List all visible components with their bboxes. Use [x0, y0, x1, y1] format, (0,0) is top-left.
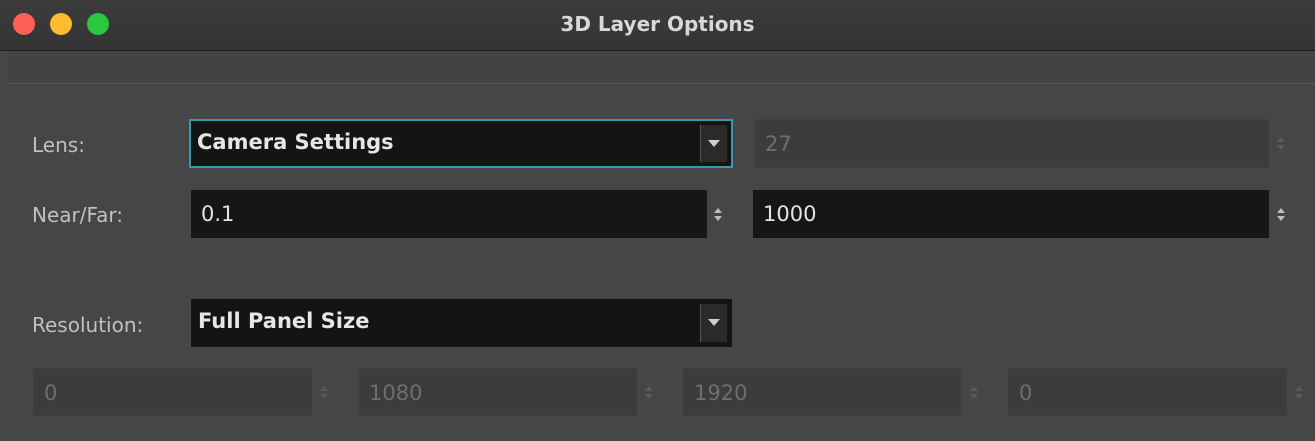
- stepper-up-icon: [645, 386, 653, 391]
- chevron-down-icon: [708, 319, 720, 326]
- resolution-select[interactable]: Full Panel Size: [191, 299, 732, 347]
- stepper-up-icon: [1295, 386, 1303, 391]
- resolution-field-4-stepper: [1294, 384, 1304, 404]
- far-input[interactable]: 1000: [753, 190, 1269, 238]
- resolution-field-3: 1920: [683, 368, 962, 416]
- stepper-down-icon: [645, 394, 653, 399]
- toolbar-strip: [8, 51, 1315, 84]
- resolution-field-2-stepper: [644, 384, 654, 404]
- stepper-down-icon: [970, 394, 978, 399]
- lens-dropdown-button[interactable]: [700, 125, 727, 162]
- window-title: 3D Layer Options: [560, 12, 755, 36]
- near-stepper[interactable]: [713, 206, 723, 226]
- chevron-down-icon: [708, 140, 720, 147]
- resolution-field-3-stepper: [969, 384, 979, 404]
- lens-select[interactable]: Camera Settings: [189, 119, 733, 168]
- resolution-label: Resolution:: [32, 313, 144, 337]
- stepper-up-icon: [320, 386, 328, 391]
- lens-value-field: 27: [754, 119, 1269, 168]
- lens-select-value: Camera Settings: [197, 130, 394, 154]
- stepper-up-icon: [714, 208, 722, 213]
- lens-label: Lens:: [32, 133, 85, 157]
- stepper-up-icon: [970, 386, 978, 391]
- near-far-label: Near/Far:: [32, 203, 124, 227]
- stepper-up-icon: [1277, 137, 1285, 142]
- stepper-down-icon: [1277, 145, 1285, 150]
- resolution-select-value: Full Panel Size: [198, 309, 370, 333]
- resolution-field-4: 0: [1008, 368, 1287, 416]
- far-stepper[interactable]: [1276, 206, 1286, 226]
- resolution-field-1: 0: [33, 368, 312, 416]
- window: 3D Layer Options Lens: Camera Settings 2…: [0, 0, 1315, 441]
- resolution-dropdown-button[interactable]: [700, 304, 727, 342]
- stepper-down-icon: [320, 394, 328, 399]
- near-input[interactable]: 0.1: [191, 190, 707, 238]
- stepper-down-icon: [1277, 216, 1285, 221]
- title-bar: 3D Layer Options: [0, 0, 1315, 51]
- resolution-field-1-stepper: [319, 384, 329, 404]
- lens-value-stepper: [1276, 135, 1286, 155]
- stepper-down-icon: [1295, 394, 1303, 399]
- stepper-down-icon: [714, 216, 722, 221]
- stepper-up-icon: [1277, 208, 1285, 213]
- resolution-field-2: 1080: [358, 368, 637, 416]
